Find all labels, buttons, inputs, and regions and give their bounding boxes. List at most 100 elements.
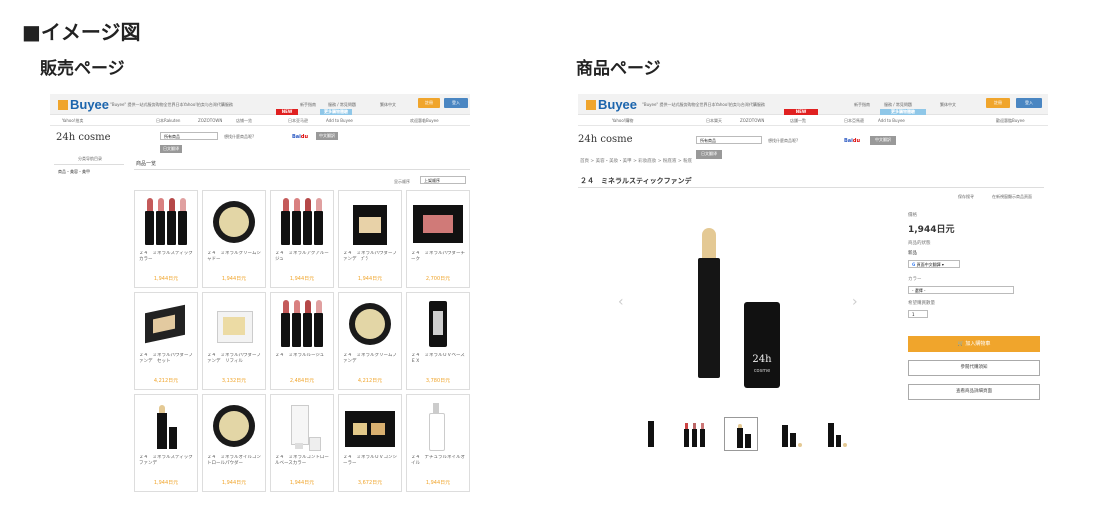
- translate-button[interactable]: 中文翻訳: [870, 136, 896, 145]
- cream-compact-icon[interactable]: [207, 401, 261, 449]
- nav-stores[interactable]: 店铺一览: [236, 118, 252, 124]
- product-card[interactable]: ２４ ミネラルパウダーファンデ ﾌﾟﾗ 1,944日元: [338, 190, 402, 288]
- thumbnail-1[interactable]: [636, 417, 668, 449]
- next-arrow-icon[interactable]: ›: [852, 294, 858, 310]
- link-guide[interactable]: 新手指南: [854, 102, 870, 108]
- jp-translate-button[interactable]: 日文翻译: [160, 145, 182, 153]
- translate-button[interactable]: 中文翻訳: [316, 132, 338, 140]
- thumbnail-3[interactable]: [724, 417, 758, 451]
- store-search-input[interactable]: 想找什麼商品呢?: [224, 134, 254, 140]
- product-name[interactable]: ２４ ミネラルパウダーチーク: [411, 251, 467, 265]
- nav-amazon[interactable]: 日本亞馬遜: [844, 118, 864, 124]
- uv-bottle-icon[interactable]: [411, 299, 465, 347]
- crumb-sub[interactable]: 粉底: [683, 159, 692, 164]
- product-name[interactable]: ２４ ミネラルスティックファンデ: [139, 455, 195, 469]
- thumbnail-4[interactable]: [776, 417, 808, 449]
- product-card[interactable]: ２４ ミネラルＵＶベースＥＸ 3,780日元: [406, 292, 470, 390]
- product-card[interactable]: ２４ ミネラルパウダーチーク 2,700日元: [406, 190, 470, 288]
- quantity-input[interactable]: 1: [908, 310, 928, 318]
- nav-rakuten[interactable]: 日本樂天: [706, 118, 722, 124]
- nail-oil-icon[interactable]: [411, 401, 465, 451]
- product-name[interactable]: ２４ ミネラルアクアルージュ: [275, 251, 331, 265]
- product-name[interactable]: ２４ ミネラルパウダーファンデ リフィル: [207, 353, 263, 367]
- refill-icon[interactable]: [207, 299, 261, 347]
- login-button[interactable]: 登入: [444, 98, 468, 108]
- buyee-logo[interactable]: Buyee: [58, 97, 109, 112]
- crumb-home[interactable]: 首頁: [580, 159, 589, 164]
- add-to-cart-button[interactable]: 🛒 加入購物車: [908, 336, 1040, 352]
- nav-stores[interactable]: 店舖一覧: [790, 118, 806, 124]
- product-card[interactable]: ２４ ミネラルパウダーファンデ セット 4,212日元: [134, 292, 198, 390]
- crumb-beauty[interactable]: 美容・美妝・美甲: [596, 159, 632, 164]
- thumbnail-2[interactable]: [680, 417, 712, 449]
- buyee-logo[interactable]: Buyee: [586, 97, 637, 112]
- product-name[interactable]: ２４ ミネラルスティックカラー: [139, 251, 195, 265]
- product-name[interactable]: ２４ ミネラルクリームファンデ: [343, 353, 399, 367]
- tube-icon[interactable]: [275, 401, 329, 451]
- link-lang[interactable]: 繁体中文: [940, 102, 956, 108]
- product-card[interactable]: ２４ ミネラルスティックファンデ 1,944日元: [134, 394, 198, 492]
- link-faq[interactable]: 服務 / 常見問題: [328, 102, 356, 108]
- login-button[interactable]: 登入: [1016, 98, 1042, 108]
- store-search-category[interactable]: 所有商品: [160, 132, 218, 140]
- product-name[interactable]: ２４ ミネラルＵＶベースＥＸ: [411, 353, 467, 367]
- product-card[interactable]: ２４ ナチュラルネイルオイル 1,944日元: [406, 394, 470, 492]
- product-name[interactable]: ２４ ミネラルコントロールベースカラー: [275, 455, 331, 469]
- crumb-foundation[interactable]: 粉底液: [663, 159, 677, 164]
- product-name[interactable]: ２４ ミネラルクリームシャドー: [207, 251, 263, 265]
- store-search-category[interactable]: 所有商品: [696, 136, 762, 144]
- link-guide[interactable]: 新手指南: [300, 102, 316, 108]
- product-card[interactable]: ２４ ミネラルルージュ 2,484日元: [270, 292, 334, 390]
- nav-yahoo[interactable]: Yahoo!購物: [612, 118, 633, 124]
- stick-icon[interactable]: [139, 401, 193, 449]
- nav-add[interactable]: Add to Buyee: [326, 118, 353, 123]
- product-name[interactable]: ２４ ミネラルＵＶコンシーラー: [343, 455, 399, 469]
- prev-arrow-icon[interactable]: ‹: [618, 294, 624, 310]
- link-lang[interactable]: 繁体中文: [380, 102, 396, 108]
- save-search-link[interactable]: 保存搜寻: [958, 194, 974, 200]
- color-select[interactable]: - 選擇 -: [908, 286, 1014, 294]
- register-button[interactable]: 註冊: [418, 98, 440, 108]
- link-faq[interactable]: 服務 / 常見問題: [884, 102, 912, 108]
- nav-add[interactable]: Add to Buyee: [878, 118, 905, 123]
- cream-compact-icon[interactable]: [207, 197, 261, 245]
- crumb-makeup[interactable]: 彩妝底妝: [638, 159, 656, 164]
- store-logo[interactable]: 24h cosme: [578, 134, 633, 145]
- powder-palette-icon[interactable]: [343, 197, 397, 245]
- store-logo[interactable]: 24h cosme: [56, 132, 111, 143]
- store-search-input[interactable]: 想找什麼商品呢?: [768, 138, 798, 144]
- google-translate-select[interactable]: G 頁面中文翻譯 ▾: [908, 260, 960, 268]
- product-name[interactable]: ２４ ミネラルルージュ: [275, 353, 331, 367]
- nav-zozo[interactable]: ZOZOTOWN: [198, 118, 222, 123]
- sidebar-item-beauty[interactable]: 商品・美容・美甲: [58, 169, 90, 175]
- product-card[interactable]: ２４ ミネラルオイルコントロールパウダー 1,944日元: [202, 394, 266, 492]
- cheek-palette-icon[interactable]: [411, 197, 465, 245]
- product-name[interactable]: ２４ ミネラルオイルコントロールパウダー: [207, 455, 263, 469]
- sort-select[interactable]: 上架顺序: [420, 176, 466, 184]
- product-name[interactable]: ２４ ナチュラルネイルオイル: [411, 455, 467, 469]
- product-card[interactable]: ２４ ミネラルパウダーファンデ リフィル 3,132日元: [202, 292, 266, 390]
- product-card[interactable]: ２４ ミネラルＵＶコンシーラー 3,672日元: [338, 394, 402, 492]
- nav-amazon[interactable]: 日本亚马逊: [288, 118, 308, 124]
- nav-yahoo[interactable]: Yahoo!拍卖: [62, 118, 83, 124]
- product-card[interactable]: ２４ ミネラルアクアルージュ 1,944日元: [270, 190, 334, 288]
- lipstick-set-icon[interactable]: [275, 197, 329, 245]
- product-card[interactable]: ２４ ミネラルコントロールベースカラー 1,944日元: [270, 394, 334, 492]
- cream-compact-icon[interactable]: [343, 299, 397, 347]
- lipstick-set-icon[interactable]: [139, 197, 193, 245]
- lipstick-set-icon[interactable]: [275, 299, 329, 347]
- open-window-link[interactable]: 在新視窗顯示商品頁面: [992, 194, 1032, 200]
- shopping-guide-button[interactable]: 參閱代購須知: [908, 360, 1040, 376]
- nav-rakuten[interactable]: 日本Rakuten: [156, 118, 180, 124]
- product-name[interactable]: ２４ ミネラルパウダーファンデ セット: [139, 353, 195, 367]
- product-card[interactable]: ２４ ミネラルクリームファンデ 4,212日元: [338, 292, 402, 390]
- concealer-palette-icon[interactable]: [343, 401, 397, 449]
- compact-set-icon[interactable]: [139, 299, 193, 347]
- register-button[interactable]: 註冊: [986, 98, 1010, 108]
- nav-zozo[interactable]: ZOZOTOWN: [740, 118, 764, 123]
- view-detail-button[interactable]: 查看商品詳細頁面: [908, 384, 1040, 400]
- product-card[interactable]: ２４ ミネラルクリームシャドー 1,944日元: [202, 190, 266, 288]
- product-name[interactable]: ２４ ミネラルパウダーファンデ ﾌﾟﾗ: [343, 251, 399, 265]
- product-card[interactable]: ２４ ミネラルスティックカラー 1,944日元: [134, 190, 198, 288]
- jp-translate-button[interactable]: 日文翻译: [696, 150, 722, 159]
